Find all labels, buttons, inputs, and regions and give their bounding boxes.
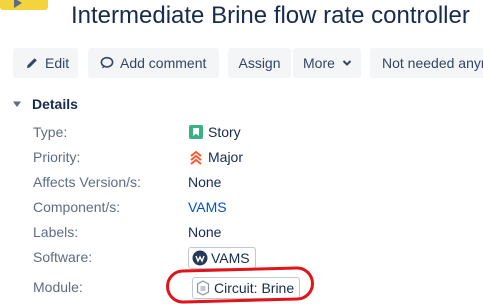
comment-icon [100,56,114,70]
component-value: VAMS [188,199,227,215]
priority-label: Priority: [33,149,81,165]
add-comment-label: Add comment [120,55,207,71]
not-needed-label: Not needed anym [382,55,483,71]
software-tag-text: VAMS [211,250,250,266]
issue-toolbar: Edit Add comment Assign More Not needed … [0,48,483,80]
detail-row-priority: Priority: Major [0,149,483,173]
red-highlight-annotation [165,266,315,304]
software-tag[interactable]: VAMS [188,247,256,269]
labels-value: None [188,224,222,240]
detail-row-type: Type: Story [0,124,483,148]
vams-badge-icon [192,250,208,266]
more-button[interactable]: More [293,48,361,78]
detail-row-affects-version: Affects Version/s: None [0,174,483,198]
component-link[interactable]: VAMS [188,199,227,215]
details-heading: Details [32,96,78,112]
priority-value-text: Major [208,149,244,165]
project-avatar-icon [0,0,48,10]
software-label: Software: [33,249,93,265]
major-priority-icon [190,150,202,165]
detail-row-component: Component/s: VAMS [0,199,483,223]
assign-label: Assign [238,55,281,71]
affects-version-label: Affects Version/s: [33,174,141,190]
assign-button[interactable]: Assign [228,48,291,78]
pencil-icon [25,56,39,70]
chevron-down-icon [342,58,352,68]
more-label: More [303,55,335,71]
edit-button[interactable]: Edit [13,48,78,78]
detail-row-labels: Labels: None [0,224,483,248]
module-label: Module: [33,279,83,295]
affects-version-value: None [188,174,222,190]
type-value: Story [188,124,241,140]
component-label: Component/s: [33,199,121,215]
edit-button-label: Edit [45,55,70,71]
labels-label: Labels: [33,224,79,240]
story-icon [189,125,203,139]
software-value: VAMS [188,247,256,269]
type-label: Type: [33,124,68,140]
not-needed-anymore-button[interactable]: Not needed anym [370,48,483,78]
add-comment-button[interactable]: Add comment [88,48,219,78]
issue-title: Intermediate Brine flow rate controller [71,2,470,29]
type-value-text: Story [208,124,241,140]
priority-value: Major [188,149,243,165]
caret-down-icon [13,101,21,107]
details-section-toggle[interactable]: Details [12,96,78,112]
